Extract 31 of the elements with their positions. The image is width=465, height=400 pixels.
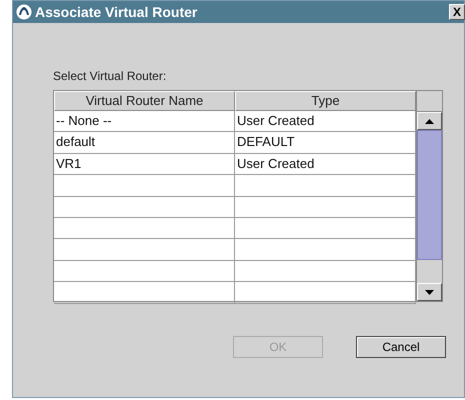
empty-cell[interactable] bbox=[54, 282, 235, 304]
empty-cell[interactable] bbox=[54, 239, 235, 261]
empty-cell[interactable] bbox=[235, 218, 416, 240]
table-cell[interactable]: default bbox=[54, 132, 235, 154]
empty-cell[interactable] bbox=[54, 175, 235, 197]
window-title: Associate Virtual Router bbox=[35, 4, 198, 20]
column-header[interactable]: Type bbox=[235, 91, 416, 111]
table-cell[interactable]: User Created bbox=[235, 154, 416, 176]
empty-cell[interactable] bbox=[235, 175, 416, 197]
empty-cell[interactable] bbox=[54, 218, 235, 240]
empty-cell[interactable] bbox=[235, 239, 416, 261]
select-label: Select Virtual Router: bbox=[53, 69, 168, 83]
table-cell[interactable]: DEFAULT bbox=[235, 132, 416, 154]
scroll-thumb[interactable] bbox=[417, 130, 442, 260]
column-header[interactable]: Virtual Router Name bbox=[54, 91, 235, 111]
table-cell[interactable]: User Created bbox=[235, 111, 416, 132]
scroll-down-button[interactable] bbox=[417, 283, 442, 301]
empty-cell[interactable] bbox=[54, 196, 235, 218]
close-button[interactable]: X bbox=[449, 4, 465, 20]
down-arrow-icon bbox=[425, 290, 434, 294]
globe-logo-icon bbox=[16, 4, 32, 20]
empty-cell[interactable] bbox=[235, 282, 416, 304]
table-cell[interactable]: VR1 bbox=[54, 154, 235, 176]
table-cell[interactable]: -- None -- bbox=[54, 111, 235, 132]
empty-cell[interactable] bbox=[235, 260, 416, 282]
up-arrow-icon bbox=[425, 118, 434, 124]
cancel-button[interactable]: Cancel bbox=[356, 336, 446, 358]
empty-cell[interactable] bbox=[235, 196, 416, 218]
scrollbar[interactable] bbox=[416, 91, 442, 301]
scroll-up-button[interactable] bbox=[417, 112, 442, 130]
empty-cell[interactable] bbox=[54, 260, 235, 282]
